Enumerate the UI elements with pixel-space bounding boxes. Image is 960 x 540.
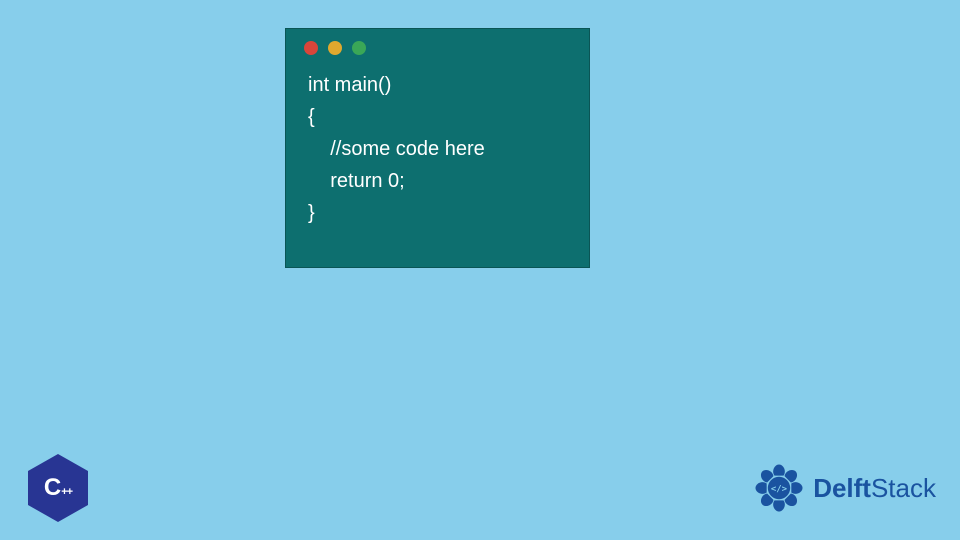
code-line: //some code here [308, 138, 485, 160]
maximize-icon [352, 41, 366, 55]
code-line: } [308, 202, 315, 224]
close-icon [304, 41, 318, 55]
brand-name: DelftStack [813, 473, 936, 504]
window-titlebar [286, 29, 589, 63]
code-body: int main() { //some code here return 0; … [286, 63, 589, 247]
brand-suffix: Stack [871, 473, 936, 503]
code-window: int main() { //some code here return 0; … [285, 28, 590, 268]
cpp-letter: C [44, 474, 60, 502]
cpp-badge: C++ [28, 454, 88, 522]
code-line: { [308, 106, 315, 128]
brand-glyph: </> [771, 484, 787, 494]
brand-rosette-icon: </> [751, 460, 807, 516]
cpp-hexagon-icon: C++ [28, 454, 88, 522]
code-line: int main() [308, 74, 391, 96]
brand-logo: </> DelftStack [751, 460, 936, 516]
cpp-suffix: ++ [61, 487, 72, 498]
brand-prefix: Delft [813, 473, 871, 503]
minimize-icon [328, 41, 342, 55]
code-line: return 0; [308, 170, 405, 192]
